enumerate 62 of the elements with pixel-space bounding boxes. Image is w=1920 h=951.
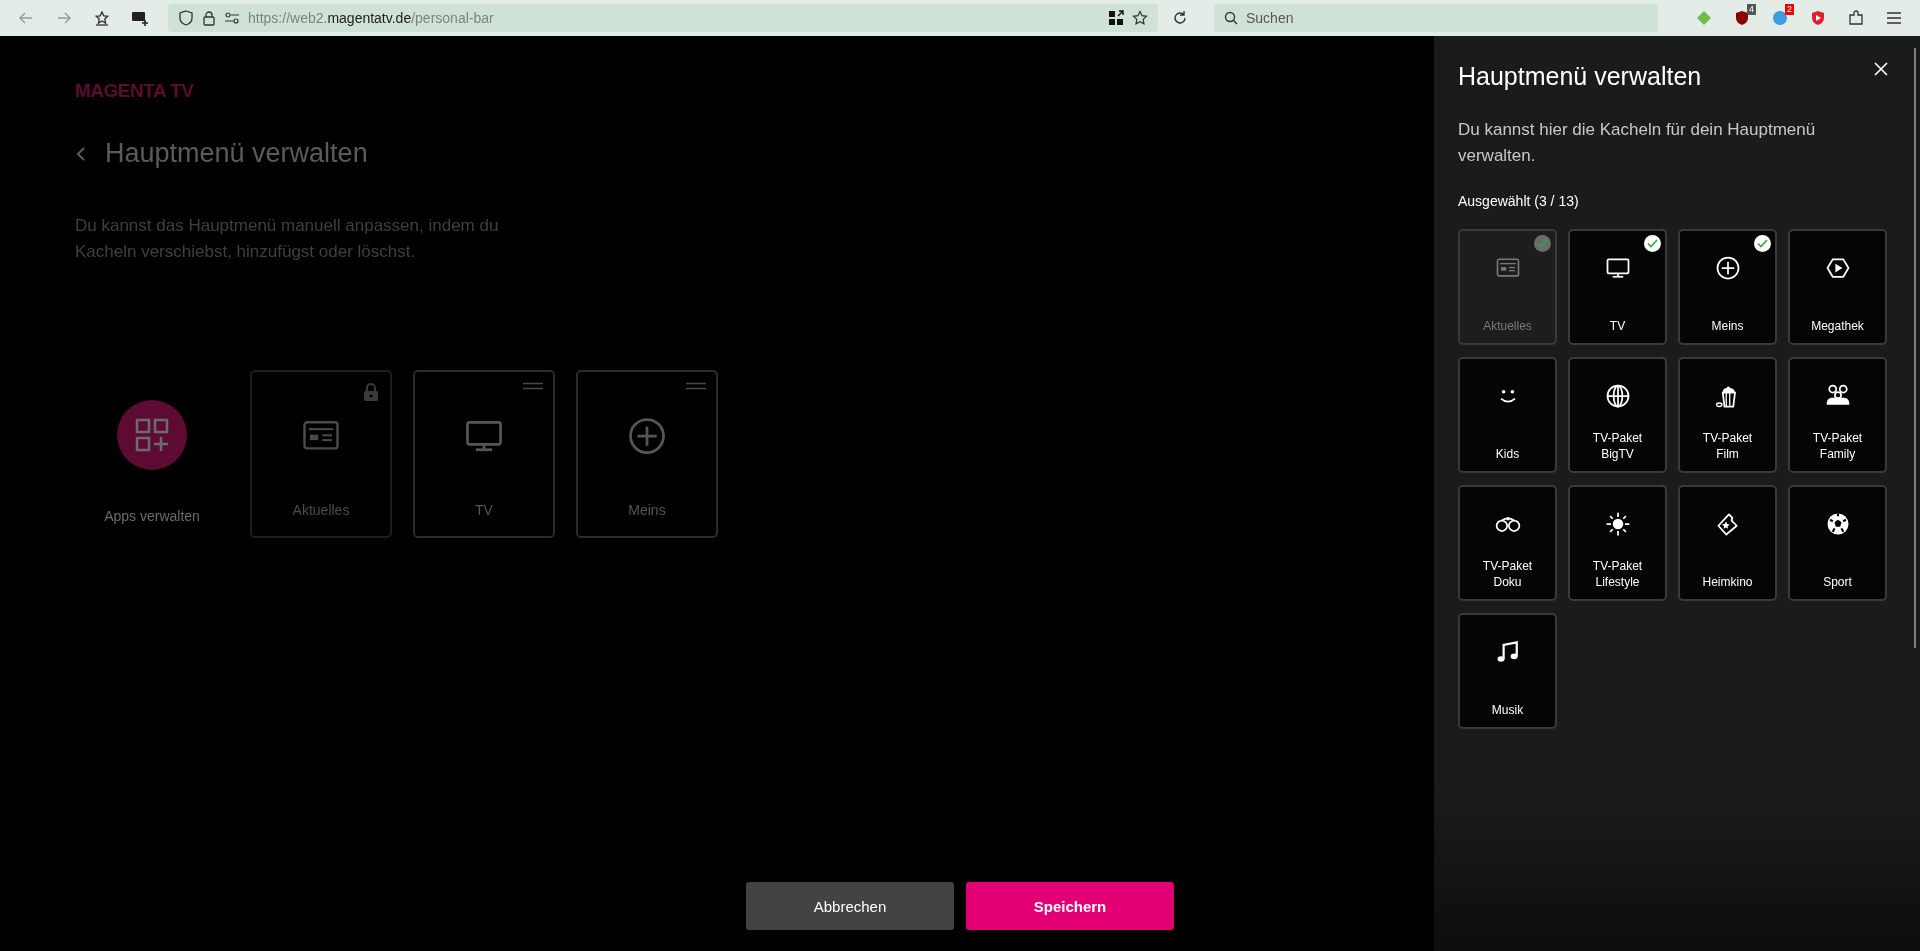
grid-plus-icon	[134, 417, 170, 453]
tile-option[interactable]: Sport	[1788, 485, 1887, 601]
menu-icon[interactable]	[1886, 11, 1902, 25]
qr-icon[interactable]	[1108, 10, 1124, 26]
tile-label: Sport	[1822, 574, 1853, 590]
tile-option[interactable]: Meins	[1678, 229, 1777, 345]
tile-label: TV-Paket Film	[1701, 430, 1754, 462]
lock-icon	[362, 382, 380, 402]
search-field[interactable]: Suchen	[1214, 4, 1658, 32]
puzzle-icon[interactable]	[1848, 10, 1864, 26]
home-star-icon[interactable]	[94, 10, 110, 26]
tile-option[interactable]: Heimkino	[1678, 485, 1777, 601]
panel-description: Du kannst hier die Kacheln für dein Hauptmenü verwalten.	[1458, 119, 1817, 167]
shield-extension-icon[interactable]	[1734, 10, 1750, 26]
url-text: https://web2.magentatv.de/personal-bar	[248, 10, 495, 26]
search-icon	[1224, 11, 1238, 25]
apps-label: Apps verwalten	[104, 508, 200, 524]
back-chevron-icon[interactable]	[75, 144, 87, 163]
tile-label: TV-Paket Family	[1811, 430, 1864, 462]
page-title: Hauptmenü verwalten	[105, 138, 368, 169]
tile-option[interactable]: TV-Paket Family	[1788, 357, 1887, 473]
close-icon	[1874, 62, 1888, 76]
tile-label: Meins	[628, 502, 666, 518]
tile-label: Kids	[1494, 446, 1521, 462]
cancel-button[interactable]: Abbrechen	[746, 882, 954, 930]
tile-label: TV-Paket Lifestyle	[1591, 558, 1644, 590]
drag-handle-icon[interactable]	[523, 382, 543, 390]
tile-option[interactable]: TV-Paket Lifestyle	[1568, 485, 1667, 601]
panel-title: Hauptmenü verwalten	[1458, 62, 1702, 91]
sliders-icon[interactable]	[224, 10, 240, 26]
tile-label: TV	[475, 502, 493, 518]
address-bar[interactable]: https://web2.magentatv.de/personal-bar	[168, 4, 1158, 32]
extension-circle-icon[interactable]	[1772, 10, 1788, 26]
selection-count: Ausgewählt (3 / 13)	[1458, 193, 1580, 209]
reload-icon[interactable]	[1172, 10, 1188, 26]
tile-option[interactable]: TV-Paket Film	[1678, 357, 1777, 473]
shield-icon[interactable]	[178, 10, 194, 26]
play-shield-icon[interactable]	[1810, 10, 1826, 26]
lock-icon[interactable]	[202, 10, 216, 26]
bookmark-star-icon[interactable]	[1132, 10, 1148, 26]
tile-label: Aktuelles	[292, 502, 350, 518]
tile-label: TV-Paket Doku	[1481, 558, 1534, 590]
tile-option[interactable]: TV-Paket Doku	[1458, 485, 1557, 601]
tile-label: Musik	[1490, 702, 1525, 718]
tile-option[interactable]: TV-Paket BigTV	[1568, 357, 1667, 473]
notification-badge: 2	[1785, 4, 1794, 15]
tile-option[interactable]: TV	[1568, 229, 1667, 345]
tile-label: TV	[1608, 318, 1627, 334]
save-button[interactable]: Speichern	[966, 882, 1174, 930]
notification-badge: 4	[1747, 4, 1756, 15]
tile-option[interactable]: Kids	[1458, 357, 1557, 473]
tile-option[interactable]: Megathek	[1788, 229, 1887, 345]
tile-label: Megathek	[1810, 318, 1865, 334]
tile-option[interactable]: Musik	[1458, 613, 1557, 729]
screen-plus-icon[interactable]	[131, 10, 149, 26]
drag-handle-icon[interactable]	[686, 382, 706, 390]
tile-label: Meins	[1710, 318, 1745, 334]
tile-label: Heimkino	[1701, 574, 1754, 590]
tile-label: Aktuelles	[1482, 318, 1533, 334]
page-description: Du kannst das Hauptmenü manuell anpassen, indem du Kacheln verschiebst, hinzufügst oder löschst.	[75, 215, 500, 263]
scrollbar[interactable]	[1914, 48, 1916, 648]
tile-label: TV-Paket BigTV	[1591, 430, 1644, 462]
